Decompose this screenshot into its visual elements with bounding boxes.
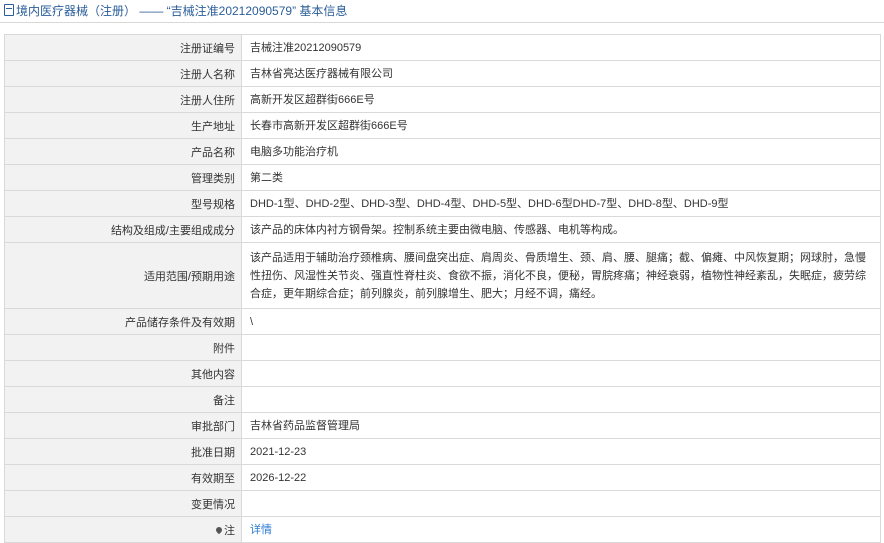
row-value: 第二类 <box>241 164 881 191</box>
row-value: DHD-1型、DHD-2型、DHD-3型、DHD-4型、DHD-5型、DHD-6… <box>241 190 881 217</box>
table-row: 备注 <box>4 386 881 413</box>
table-row: 管理类别 第二类 <box>4 164 881 191</box>
row-label: 其他内容 <box>4 360 242 387</box>
page-title: 境内医疗器械（注册） —— “吉械注准20212090579” 基本信息 <box>16 4 348 18</box>
row-value: 2026-12-22 <box>241 464 881 491</box>
row-label: 注册证编号 <box>4 34 242 61</box>
row-label: 附件 <box>4 334 242 361</box>
row-value: 该产品适用于辅助治疗颈椎病、腰间盘突出症、肩周炎、骨质增生、颈、肩、腰、腿痛；截… <box>241 242 881 309</box>
row-label: 批准日期 <box>4 438 242 465</box>
row-label: 产品名称 <box>4 138 242 165</box>
table-row: 变更情况 <box>4 490 881 517</box>
table-row: 产品储存条件及有效期 \ <box>4 308 881 335</box>
row-value: 电脑多功能治疗机 <box>241 138 881 165</box>
table-row: 生产地址 长春市高新开发区超群街666E号 <box>4 112 881 139</box>
details-link[interactable]: 详情 <box>250 524 272 536</box>
row-label: 产品储存条件及有效期 <box>4 308 242 335</box>
row-label: 结构及组成/主要组成成分 <box>4 216 242 243</box>
row-label: 注册人名称 <box>4 60 242 87</box>
row-label: 管理类别 <box>4 164 242 191</box>
row-value <box>241 334 881 361</box>
row-value: 该产品的床体内衬方钢骨架。控制系统主要由微电脑、传感器、电机等构成。 <box>241 216 881 243</box>
row-label: 注册人住所 <box>4 86 242 113</box>
table-row: 适用范围/预期用途 该产品适用于辅助治疗颈椎病、腰间盘突出症、肩周炎、骨质增生、… <box>4 242 881 309</box>
row-label: 生产地址 <box>4 112 242 139</box>
note-value-cell: 详情 <box>241 516 881 543</box>
note-row: 注 详情 <box>4 516 881 543</box>
row-value: 高新开发区超群街666E号 <box>241 86 881 113</box>
document-icon <box>4 4 14 16</box>
table-row: 型号规格 DHD-1型、DHD-2型、DHD-3型、DHD-4型、DHD-5型、… <box>4 190 881 217</box>
note-label: 注 <box>224 524 235 537</box>
table-row: 其他内容 <box>4 360 881 387</box>
row-label: 备注 <box>4 386 242 413</box>
row-value <box>241 360 881 387</box>
table-row: 审批部门 吉林省药品监督管理局 <box>4 412 881 439</box>
row-value: 2021-12-23 <box>241 438 881 465</box>
info-table: 注册证编号 吉械注准20212090579 注册人名称 吉林省亮达医疗器械有限公… <box>4 34 881 543</box>
row-label: 适用范围/预期用途 <box>4 242 242 309</box>
table-row: 附件 <box>4 334 881 361</box>
row-label: 有效期至 <box>4 464 242 491</box>
table-row: 批准日期 2021-12-23 <box>4 438 881 465</box>
row-label: 审批部门 <box>4 412 242 439</box>
row-label: 变更情况 <box>4 490 242 517</box>
row-value <box>241 386 881 413</box>
row-label: 型号规格 <box>4 190 242 217</box>
row-value <box>241 490 881 517</box>
table-row: 注册人名称 吉林省亮达医疗器械有限公司 <box>4 60 881 87</box>
table-row: 注册证编号 吉械注准20212090579 <box>4 34 881 61</box>
row-value: \ <box>241 308 881 335</box>
table-row: 有效期至 2026-12-22 <box>4 464 881 491</box>
row-value: 长春市高新开发区超群街666E号 <box>241 112 881 139</box>
table-row: 产品名称 电脑多功能治疗机 <box>4 138 881 165</box>
note-label-cell: 注 <box>4 516 242 543</box>
pin-icon <box>214 525 224 534</box>
table-row: 注册人住所 高新开发区超群街666E号 <box>4 86 881 113</box>
row-value: 吉林省药品监督管理局 <box>241 412 881 439</box>
table-row: 结构及组成/主要组成成分 该产品的床体内衬方钢骨架。控制系统主要由微电脑、传感器… <box>4 216 881 243</box>
page-title-bar: 境内医疗器械（注册） —— “吉械注准20212090579” 基本信息 <box>0 0 884 23</box>
row-value: 吉林省亮达医疗器械有限公司 <box>241 60 881 87</box>
row-value: 吉械注准20212090579 <box>241 34 881 61</box>
